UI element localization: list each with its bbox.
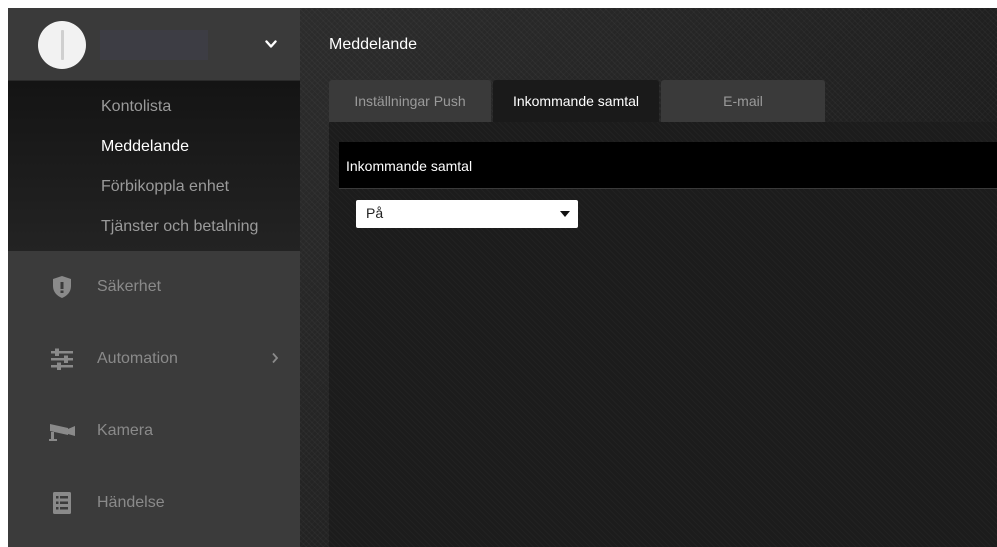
list-icon [48, 489, 76, 517]
avatar-device-icon [60, 30, 64, 60]
sidebar-item-label: Händelse [97, 494, 165, 511]
section-header: Inkommande samtal [339, 142, 997, 189]
sidebar-item-sakerhet[interactable]: Säkerhet [8, 251, 300, 323]
tab-e-mail[interactable]: E-mail [661, 80, 825, 122]
sidebar-item-label: Säkerhet [97, 278, 162, 295]
sidebar-item-handelse[interactable]: Händelse [8, 467, 300, 539]
submenu-item-forbikoppla-enhet[interactable]: Förbikoppla enhet [8, 167, 300, 207]
sidebar-item-label: Kamera [97, 422, 154, 439]
account-name-redacted [100, 30, 208, 60]
select-value: På [366, 205, 384, 221]
submenu-item-meddelande[interactable]: Meddelande [8, 127, 300, 167]
chevron-right-icon [271, 351, 279, 369]
camera-icon [48, 417, 76, 445]
submenu-item-tjanster-och-betalning[interactable]: Tjänster och betalning [8, 207, 300, 247]
tab-inkommande-samtal[interactable]: Inkommande samtal [493, 80, 659, 122]
main-panel: Meddelande Inställningar Push Inkommande… [300, 8, 997, 547]
account-submenu: Kontolista Meddelande Förbikoppla enhet … [8, 81, 300, 251]
chevron-down-icon[interactable] [263, 36, 279, 52]
tab-bar: Inställningar Push Inkommande samtal E-m… [329, 80, 827, 122]
avatar [38, 21, 86, 69]
sidebar-item-automation[interactable]: Automation [8, 323, 300, 395]
sidebar-item-kamera[interactable]: Kamera [8, 395, 300, 467]
caret-down-icon [560, 211, 570, 217]
tab-content: Inkommande samtal På [329, 122, 997, 547]
shield-icon [48, 273, 76, 301]
account-header[interactable] [8, 8, 300, 81]
submenu-item-kontolista[interactable]: Kontolista [8, 87, 300, 127]
sidebar: Kontolista Meddelande Förbikoppla enhet … [8, 8, 300, 547]
tab-installningar-push[interactable]: Inställningar Push [329, 80, 491, 122]
sidebar-item-label: Automation [97, 350, 178, 367]
app-frame: Kontolista Meddelande Förbikoppla enhet … [8, 8, 997, 547]
sliders-icon [48, 345, 76, 373]
incoming-call-select[interactable]: På [356, 200, 578, 228]
page-title: Meddelande [329, 36, 418, 53]
section-title: Inkommande samtal [346, 158, 473, 174]
